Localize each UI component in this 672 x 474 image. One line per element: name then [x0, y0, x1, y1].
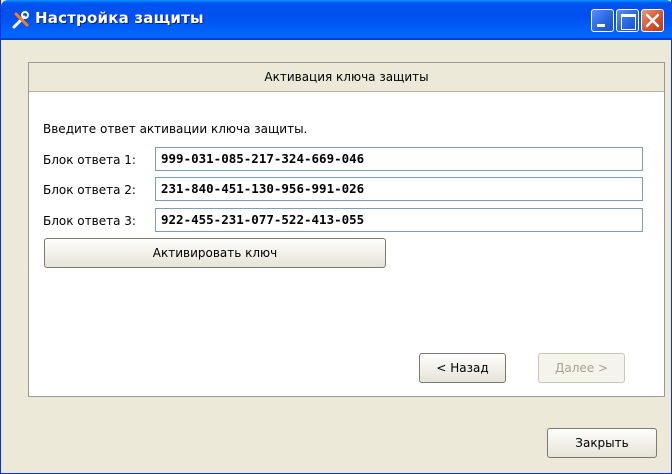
title-bar[interactable]: Настройка защиты	[1, 0, 672, 40]
response-block-3-label: Блок ответа 3:	[43, 214, 136, 228]
back-button[interactable]: < Назад	[419, 353, 506, 383]
close-button[interactable]: Закрыть	[547, 428, 657, 458]
close-icon	[645, 13, 660, 28]
window-title: Настройка защиты	[35, 9, 204, 27]
response-block-2-field[interactable]: 231-840-451-130-956-991-026	[155, 177, 643, 201]
activate-key-button[interactable]: Активировать ключ	[44, 238, 386, 268]
activation-prompt: Введите ответ активации ключа защиты.	[43, 122, 308, 136]
minimize-button[interactable]	[591, 9, 614, 32]
response-block-1-field[interactable]: 999-031-085-217-324-669-046	[155, 147, 643, 171]
response-block-3-field[interactable]: 922-455-231-077-522-413-055	[155, 208, 643, 232]
tools-icon	[12, 11, 29, 29]
activation-panel: Активация ключа защиты Введите ответ акт…	[28, 62, 665, 397]
close-window-button[interactable]	[641, 9, 664, 32]
maximize-button[interactable]	[616, 9, 639, 32]
protection-setup-window: Настройка защиты Активация ключа защиты …	[0, 0, 672, 474]
next-button: Далее >	[538, 353, 625, 383]
response-block-1-label: Блок ответа 1:	[43, 153, 136, 167]
panel-header: Активация ключа защиты	[29, 63, 664, 92]
response-block-2-label: Блок ответа 2:	[43, 183, 136, 197]
